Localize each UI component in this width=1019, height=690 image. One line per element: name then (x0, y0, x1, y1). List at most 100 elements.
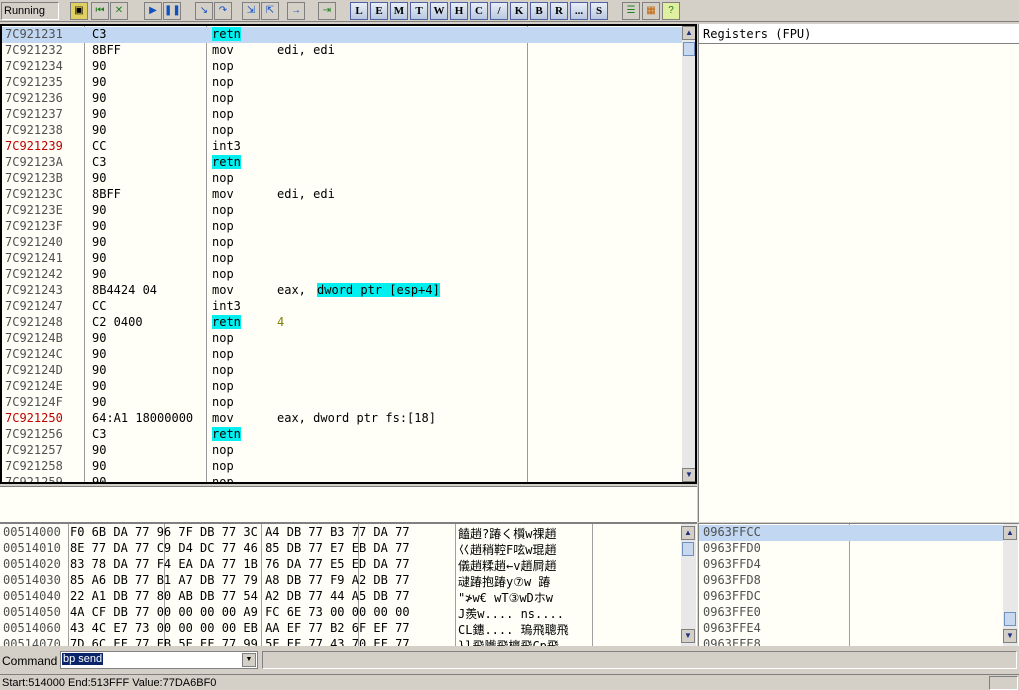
call-stack-window-button[interactable]: K (510, 2, 528, 20)
stack-row[interactable]: 0963FFDC (699, 589, 1003, 605)
step-over-icon[interactable]: ↷ (214, 2, 232, 20)
scroll-down-icon[interactable]: ▼ (681, 629, 695, 643)
disasm-row[interactable]: 7C921257 90 nop (2, 443, 682, 459)
stack-pane[interactable]: 0963FFCC 0963FFD0 0963FFD4 0963FFD8 0963FFDC… (698, 523, 1019, 646)
disasm-row[interactable]: 7C921240 90 nop (2, 235, 682, 251)
disasm-row[interactable]: 7C92123E 90 nop (2, 203, 682, 219)
memory-dump-pane[interactable]: 00514000 F0 6B DA 77 96 7F DB 77 3C A4 DB… (0, 523, 697, 646)
go-to-icon[interactable]: ⇥ (318, 2, 336, 20)
stack-row[interactable]: 0963FFCC (699, 525, 1003, 541)
memory-window-button[interactable]: M (390, 2, 408, 20)
registers-pane[interactable]: Registers (FPU) (698, 24, 1019, 522)
command-input-value[interactable]: bp send (62, 653, 104, 665)
disasm-row[interactable]: 7C921232 8BFF mov edi, edi (2, 43, 682, 59)
references-window-button[interactable]: R (550, 2, 568, 20)
disasm-row[interactable]: 7C921247 CC int3 (2, 299, 682, 315)
disasm-row[interactable]: 7C92124F 90 nop (2, 395, 682, 411)
dump-row[interactable]: 00514060 43 4C E7 73 00 00 00 00 EB AA EF… (0, 621, 680, 637)
dump-row[interactable]: 00514050 4A CF DB 77 00 00 00 00 A9 FC 6E… (0, 605, 680, 621)
address-cell: 7C921239 (5, 139, 63, 153)
stack-row[interactable]: 0963FFD0 (699, 541, 1003, 557)
disasm-row[interactable]: 7C921256 C3 retn (2, 427, 682, 443)
close-icon[interactable]: ✕ (110, 2, 128, 20)
trace-into-icon[interactable]: ⇲ (242, 2, 260, 20)
disasm-row[interactable]: 7C92123B 90 nop (2, 171, 682, 187)
scroll-down-icon[interactable]: ▼ (1003, 629, 1017, 643)
open-file-icon[interactable]: ▣ (70, 2, 88, 20)
disasm-row[interactable]: 7C921250 64:A1 18000000 mov eax, dword ptr … (2, 411, 682, 427)
disasm-row[interactable]: 7C92123C 8BFF mov edi, edi (2, 187, 682, 203)
stack-row[interactable]: 0963FFE0 (699, 605, 1003, 621)
trace-over-icon[interactable]: ⇱ (261, 2, 279, 20)
windows-window-button[interactable]: W (430, 2, 448, 20)
disasm-row[interactable]: 7C921258 90 nop (2, 459, 682, 475)
restart-icon[interactable]: ⏮ (91, 2, 109, 20)
appearance-icon[interactable]: ▦ (642, 2, 660, 20)
disasm-row[interactable]: 7C921243 8B4424 04 mov eax, dword ptr [esp+4… (2, 283, 682, 299)
registers-title[interactable]: Registers (FPU) (699, 24, 1019, 44)
stack-row[interactable]: 0963FFE4 (699, 621, 1003, 637)
threads-window-button[interactable]: T (410, 2, 428, 20)
disasm-row[interactable]: 7C921234 90 nop (2, 59, 682, 75)
disasm-row[interactable]: 7C921239 CC int3 (2, 139, 682, 155)
run-trace-window-button[interactable]: ... (570, 2, 588, 20)
disasm-row[interactable]: 7C921237 90 nop (2, 107, 682, 123)
disasm-row[interactable]: 7C92124B 90 nop (2, 331, 682, 347)
mnemonic-cell: nop (212, 443, 234, 457)
log-window-button[interactable]: L (350, 2, 368, 20)
step-into-icon[interactable]: ↘ (195, 2, 213, 20)
help-icon[interactable]: ? (662, 2, 680, 20)
execute-till-return-icon[interactable]: → (287, 2, 305, 20)
disasm-row[interactable]: 7C92123F 90 nop (2, 219, 682, 235)
disasm-row[interactable]: 7C92123A C3 retn (2, 155, 682, 171)
disassembly-pane[interactable]: 7C921231 C3 retn 7C921232 8BFF mov edi, edi 7C9… (0, 24, 697, 484)
scroll-up-icon[interactable]: ▲ (681, 526, 695, 540)
stack-row[interactable]: 0963FFD4 (699, 557, 1003, 573)
scroll-up-icon[interactable]: ▲ (1003, 526, 1017, 540)
disasm-row[interactable]: 7C921241 90 nop (2, 251, 682, 267)
dump-address: 00514060 (3, 621, 61, 635)
disasm-row[interactable]: 7C92124D 90 nop (2, 363, 682, 379)
mnemonic-cell: mov (212, 187, 234, 201)
run-icon[interactable]: ▶ (144, 2, 162, 20)
pause-icon[interactable]: ❚❚ (163, 2, 181, 20)
chevron-down-icon[interactable]: ▼ (242, 653, 256, 667)
disasm-row[interactable]: 7C92124C 90 nop (2, 347, 682, 363)
modules-window-button[interactable]: E (370, 2, 388, 20)
address-cell: 7C921256 (5, 427, 63, 441)
stack-scrollbar[interactable]: ▲ ▼ (1003, 524, 1018, 646)
dump-bytes: 43 4C E7 73 00 00 00 00 EB AA EF 77 B2 6… (70, 621, 410, 635)
disasm-row[interactable]: 7C921259 90 nop (2, 475, 682, 482)
options-icon[interactable]: ☰ (622, 2, 640, 20)
patches-window-button[interactable]: / (490, 2, 508, 20)
command-input[interactable]: bp send ▼ (60, 651, 258, 669)
dump-row[interactable]: 00514030 85 A6 DB 77 B1 A7 DB 77 79 A8 DB… (0, 573, 680, 589)
scroll-up-icon[interactable]: ▲ (682, 26, 695, 40)
scroll-thumb[interactable] (682, 542, 694, 556)
disasm-row[interactable]: 7C921238 90 nop (2, 123, 682, 139)
disasm-row[interactable]: 7C92124E 90 nop (2, 379, 682, 395)
scroll-down-icon[interactable]: ▼ (682, 468, 695, 482)
dump-row[interactable]: 00514040 22 A1 DB 77 80 AB DB 77 54 A2 DB… (0, 589, 680, 605)
stack-row[interactable]: 0963FFE8 (699, 637, 1003, 646)
disassembly-scrollbar[interactable]: ▲ ▼ (682, 26, 695, 482)
cpu-window-button[interactable]: C (470, 2, 488, 20)
dump-row[interactable]: 00514020 83 78 DA 77 F4 EA DA 77 1B 76 DA… (0, 557, 680, 573)
stack-row[interactable]: 0963FFD8 (699, 573, 1003, 589)
disasm-row[interactable]: 7C921235 90 nop (2, 75, 682, 91)
scroll-thumb[interactable] (683, 42, 695, 56)
disasm-row[interactable]: 7C921248 C2 0400 retn 4 (2, 315, 682, 331)
breakpoints-window-button[interactable]: B (530, 2, 548, 20)
disasm-row[interactable]: 7C921236 90 nop (2, 91, 682, 107)
scroll-thumb[interactable] (1004, 612, 1016, 626)
dump-row[interactable]: 00514070 7D 6C EF 77 EB 5E EF 77 99 5F EF… (0, 637, 680, 646)
dump-row[interactable]: 00514010 8E 77 DA 77 C9 D4 DC 77 46 85 DB… (0, 541, 680, 557)
hex-dump-cell: C3 (92, 427, 107, 441)
dump-scrollbar[interactable]: ▲ ▼ (681, 524, 696, 646)
source-window-button[interactable]: S (590, 2, 608, 20)
disasm-row[interactable]: 7C921242 90 nop (2, 267, 682, 283)
disasm-row[interactable]: 7C921231 C3 retn (2, 27, 682, 43)
dump-row[interactable]: 00514000 F0 6B DA 77 96 7F DB 77 3C A4 DB… (0, 525, 680, 541)
toolbar: Running ▣ ⏮ ✕ ▶ ❚❚ ↘ ↷ ⇲ ⇱ → ⇥ L E M T W… (0, 0, 1019, 22)
handles-window-button[interactable]: H (450, 2, 468, 20)
